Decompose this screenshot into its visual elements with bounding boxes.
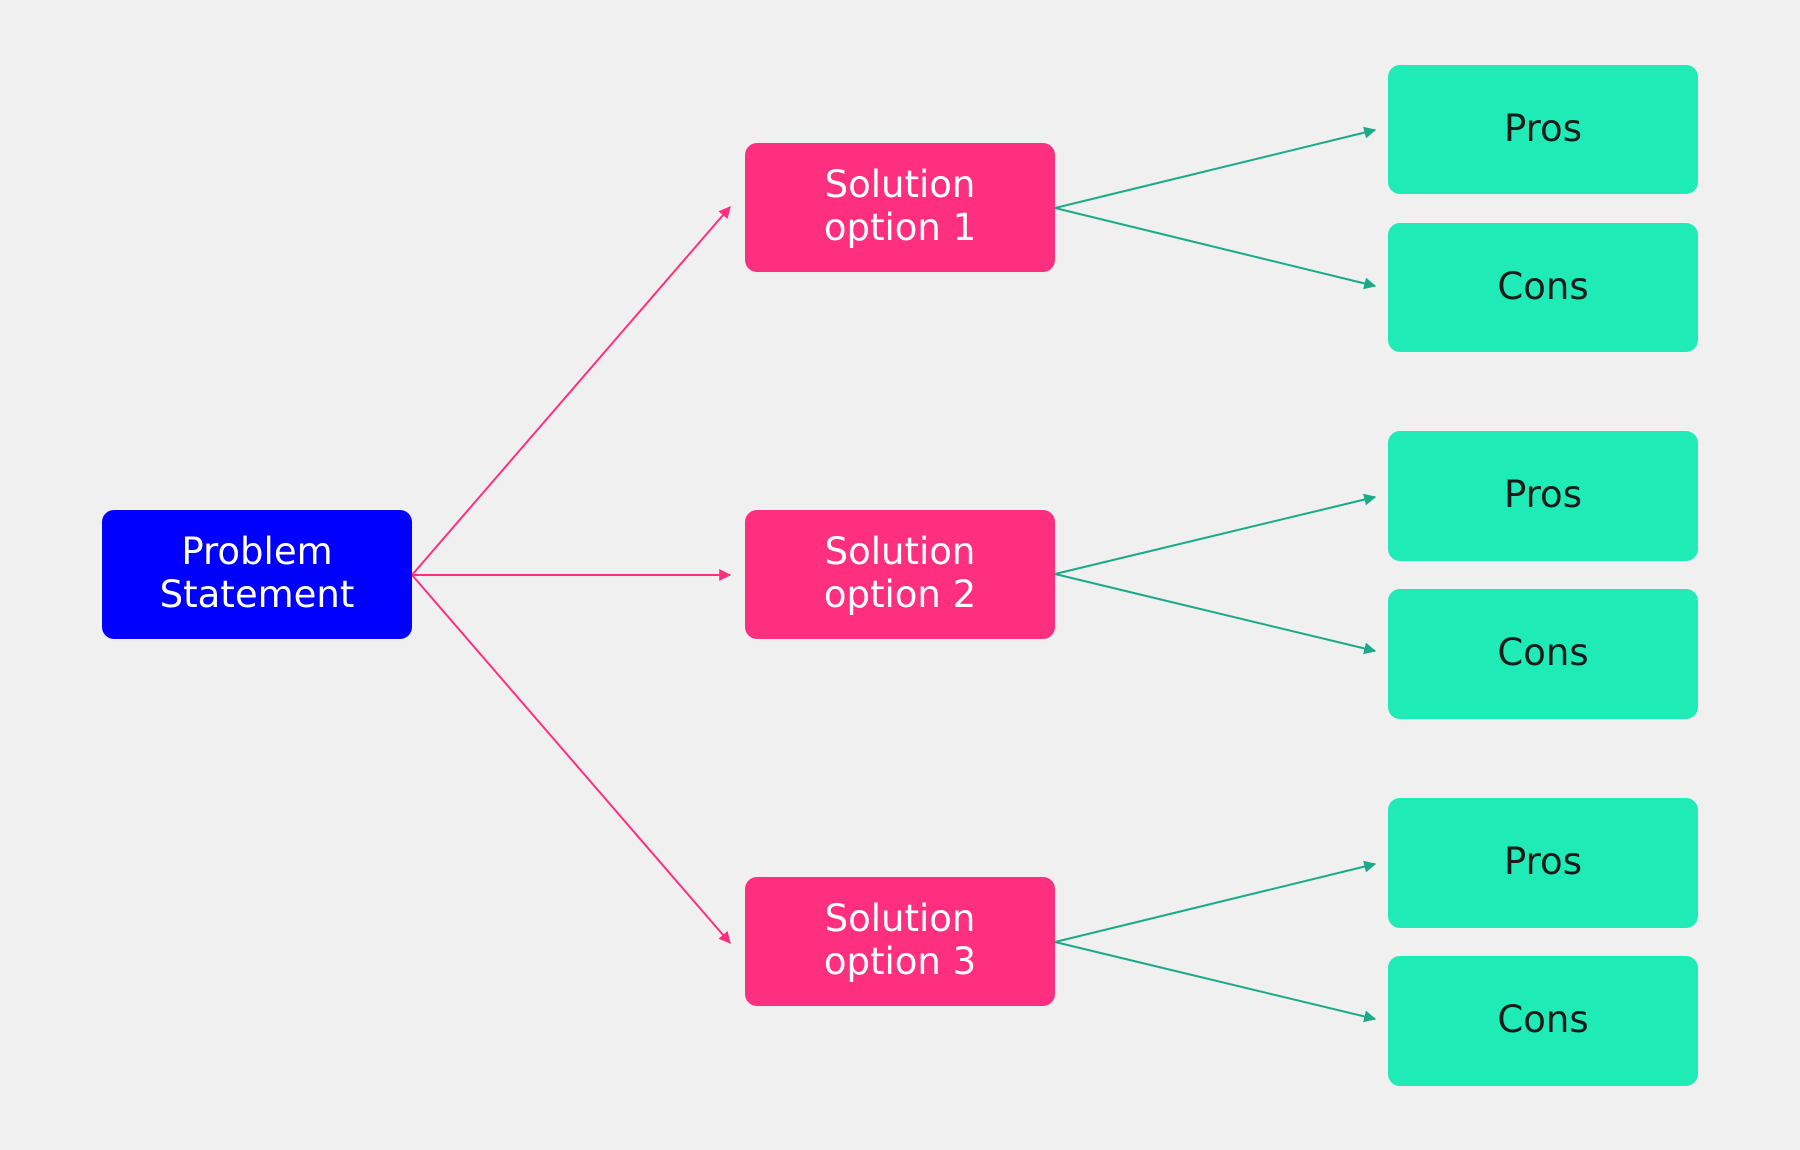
node-label: Pros [1504,473,1582,516]
edge-solution-2-to-pros [1054,493,1377,575]
solution-option-1-node[interactable]: Solution option 1 [745,143,1055,272]
edge-solution-1-to-pros [1054,126,1377,209]
solution-option-2-node[interactable]: Solution option 2 [745,510,1055,639]
node-label-line: option 2 [823,572,977,616]
node-label-line: option 1 [823,205,977,249]
edge-problem-to-solution-1 [411,206,731,576]
solution-3-pros-node[interactable]: Pros [1388,798,1698,928]
solution-1-pros-node[interactable]: Pros [1388,65,1698,194]
solution-2-pros-node[interactable]: Pros [1388,431,1698,561]
edge-solution-2-to-cons [1054,573,1377,655]
problem-statement-node[interactable]: Problem Statement [102,510,412,639]
solution-2-cons-node[interactable]: Cons [1388,589,1698,719]
node-label-line: Solution [824,896,976,940]
solution-option-3-node[interactable]: Solution option 3 [745,877,1055,1006]
solution-1-cons-node[interactable]: Cons [1388,223,1698,352]
edge-solution-3-to-cons [1054,941,1377,1023]
node-label-line: Solution [824,529,976,573]
solution-3-cons-node[interactable]: Cons [1388,956,1698,1086]
node-label-line: option 3 [823,939,977,983]
node-label: Pros [1504,107,1582,150]
edge-solution-3-to-pros [1054,860,1377,943]
edge-problem-to-solution-3 [411,574,731,944]
node-label-line: Problem [181,529,333,573]
node-label: Cons [1497,265,1589,308]
node-label: Cons [1497,631,1589,674]
node-label-line: Statement [159,572,355,616]
node-label: Cons [1497,998,1589,1041]
edge-solution-1-to-cons [1054,207,1377,290]
node-label: Pros [1504,840,1582,883]
node-label-line: Solution [824,162,976,206]
